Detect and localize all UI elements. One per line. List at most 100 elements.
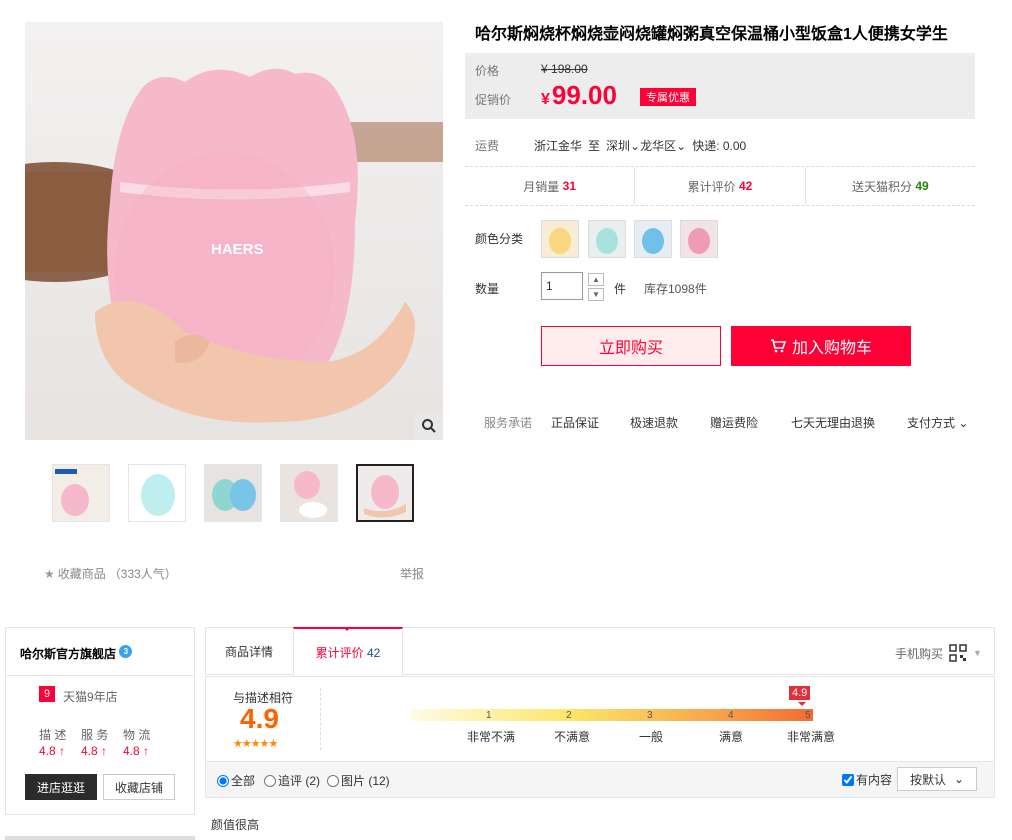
tab-reviews-count: 42 [367, 645, 381, 660]
buy-now-button[interactable]: 立即购买 [541, 326, 721, 366]
city-value: 深圳 [606, 139, 631, 153]
filter-pictures[interactable]: 图片 (12) [327, 772, 390, 789]
favorite-product-link[interactable]: ★ 收藏商品 （333人气） [44, 565, 177, 582]
rating-marker: 4.9 [789, 686, 811, 700]
total-reviews[interactable]: 累计评价 42 [634, 167, 804, 205]
color-swatch-yellow[interactable] [541, 220, 579, 258]
monthly-sales: 月销量 31 [465, 167, 634, 205]
city-selector[interactable]: 深圳⌄ [606, 137, 640, 154]
add-to-cart-label: 加入购物车 [791, 340, 872, 357]
filter-pictures-radio[interactable] [327, 774, 339, 787]
filter-all-label: 全部 [231, 774, 256, 788]
shipping-info: 浙江金华 至 深圳⌄ 龙华区⌄ 快递: 0.00 [534, 137, 746, 154]
divider [465, 205, 975, 206]
chevron-up-icon: ▲ [592, 275, 600, 284]
has-content-label: 有内容 [856, 773, 893, 787]
promo-price-label: 促销价 [475, 93, 512, 107]
tmall-level-badge: 9 [39, 686, 55, 702]
payment-method-dropdown[interactable]: 支付方式 ⌄ [907, 414, 968, 431]
triangle-down-icon: ▼ [973, 648, 982, 658]
color-swatch-blue[interactable] [634, 220, 672, 258]
service-item-7day-return[interactable]: 七天无理由退换 [791, 414, 875, 431]
add-to-cart-button[interactable]: 加入购物车 [731, 326, 911, 366]
rating-desc: 4.8 ↑ [39, 744, 65, 758]
thumbnail-4[interactable] [280, 464, 338, 522]
match-score: 4.9 [240, 703, 279, 734]
rating-logistics-label: 物 流 [123, 728, 151, 742]
thumbnail-image [205, 465, 261, 521]
main-product-image[interactable]: HAERS [25, 22, 443, 440]
thumbnail-2[interactable] [128, 464, 186, 522]
scale-label-1: 非常不满 [467, 730, 516, 744]
filter-all-radio[interactable] [217, 774, 229, 787]
stock-count: 库存1098件 [644, 282, 707, 296]
thumbnail-3[interactable] [204, 464, 262, 522]
original-price-currency: ¥ [541, 62, 548, 76]
color-swatch-mint[interactable] [588, 220, 626, 258]
filter-append-radio[interactable] [264, 774, 276, 787]
service-item-fast-refund[interactable]: 极速退款 [630, 414, 678, 431]
shipping-fee: 快递: 0.00 [692, 139, 747, 153]
qr-code-icon [949, 644, 967, 662]
mobile-buy-link[interactable]: 手机购买 ▼ [895, 644, 982, 662]
scale-label-4: 满意 [719, 730, 744, 744]
scale-num-5: 5 [805, 710, 811, 721]
filter-append[interactable]: 追评 (2) [264, 772, 320, 789]
district-selector[interactable]: 龙华区⌄ [640, 137, 686, 154]
filter-all[interactable]: 全部 [217, 772, 255, 789]
shop-badge-icon: 3 [119, 645, 133, 658]
service-item-genuine[interactable]: 正品保证 [551, 414, 599, 431]
quantity-input[interactable]: 1 [541, 272, 583, 300]
quantity-increase-button[interactable]: ▲ [588, 273, 604, 286]
tab-reviews[interactable]: 累计评价 42 [293, 627, 403, 676]
swatch-image [589, 221, 625, 257]
tmall-points: 送天猫积分 49 [804, 167, 975, 205]
total-reviews-label: 累计评价 [687, 179, 736, 194]
chevron-down-icon: ⌄ [958, 416, 969, 430]
swatch-image [542, 221, 578, 257]
chevron-down-icon: ⌄ [676, 139, 687, 153]
exclusive-offer-badge[interactable]: 专属优惠 [640, 88, 696, 106]
has-content-filter[interactable]: 有内容 [842, 771, 892, 788]
district-value: 龙华区 [640, 139, 677, 153]
filter-pictures-label: 图片 (12) [341, 774, 390, 788]
chevron-down-icon: ▼ [592, 290, 600, 299]
review-text: 颜值很高 [211, 818, 260, 832]
divider [320, 688, 321, 750]
thumbnail-image [53, 465, 109, 521]
rating-desc-label: 描 述 [39, 728, 67, 742]
color-label: 颜色分类 [475, 232, 524, 246]
service-label: 服务承诺 [484, 416, 533, 430]
thumbnail-image [358, 466, 412, 520]
tab-product-details[interactable]: 商品详情 [206, 627, 292, 675]
original-price: ¥ 198.00 [541, 62, 588, 76]
shop-name[interactable]: 哈尔斯官方旗舰店 3 [20, 645, 133, 662]
thumbnail-1[interactable] [52, 464, 110, 522]
tab-reviews-label: 累计评价 [315, 646, 364, 660]
color-swatch-pink[interactable] [680, 220, 718, 258]
rating-service-value: 4.8 [81, 744, 98, 758]
scale-num-3: 3 [647, 710, 653, 721]
sort-value: 按默认 [909, 772, 946, 787]
has-content-checkbox[interactable] [842, 773, 854, 786]
mobile-buy-label: 手机购买 [895, 646, 944, 661]
favorite-shop-button[interactable]: 收藏店铺 [103, 774, 175, 800]
enter-shop-button[interactable]: 进店逛逛 [25, 774, 97, 800]
quantity-decrease-button[interactable]: ▼ [588, 288, 604, 301]
product-title: 哈尔斯焖烧杯焖烧壶闷烧罐焖粥真空保温桶小型饭盒1人便携女学生 [475, 26, 948, 43]
zoom-button[interactable] [415, 412, 443, 440]
sort-dropdown[interactable]: 按默认 ⌄ [897, 767, 977, 791]
report-link[interactable]: 举报 [400, 565, 424, 582]
rating-logistics-value: 4.8 [123, 744, 140, 758]
divider [5, 836, 195, 840]
scale-label-3: 一般 [639, 730, 664, 744]
service-item-shipping-insurance[interactable]: 赠运费险 [710, 414, 758, 431]
tmall-points-value: 49 [915, 179, 929, 193]
arrow-up-icon: ↑ [59, 744, 66, 758]
ship-from: 浙江金华 [534, 139, 583, 153]
promo-currency: ¥ [541, 91, 550, 108]
monthly-sales-value: 31 [562, 179, 577, 193]
thumbnail-5-selected[interactable] [356, 464, 414, 522]
divider [5, 675, 195, 676]
shipping-label: 运费 [475, 139, 500, 153]
